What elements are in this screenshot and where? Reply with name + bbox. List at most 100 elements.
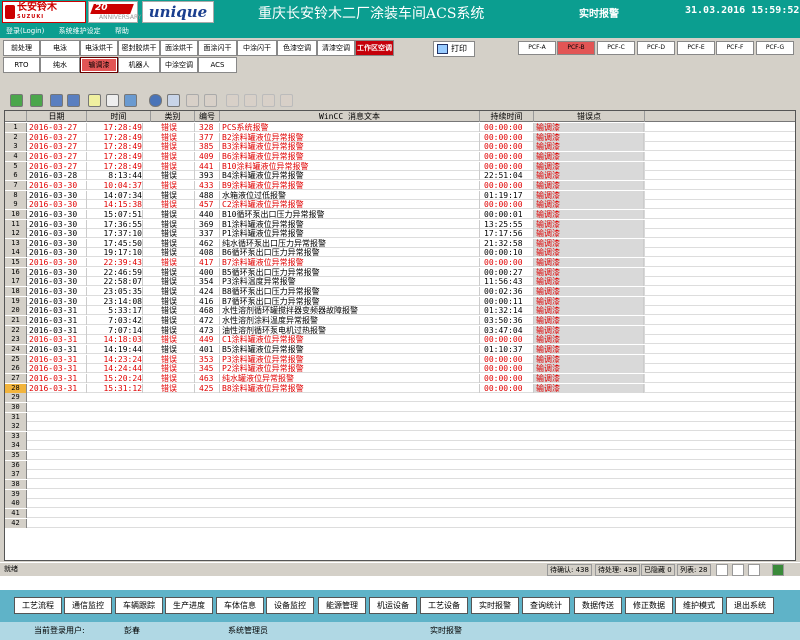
row-number[interactable]: 7: [5, 180, 27, 190]
lock-icon[interactable]: [186, 94, 199, 107]
row-number[interactable]: 40: [5, 499, 27, 509]
empty-row[interactable]: 38: [5, 480, 795, 490]
row-number[interactable]: 37: [5, 470, 27, 480]
export-icon[interactable]: [124, 94, 137, 107]
empty-row[interactable]: 30: [5, 402, 795, 412]
table-row[interactable]: 15 2016-03-30 22:39:43 错误 417 B7涂料罐液位异常报警 00:0…: [5, 258, 795, 268]
tab-pcf-b[interactable]: PCF-B: [557, 41, 595, 55]
empty-row[interactable]: 40: [5, 499, 795, 509]
empty-row[interactable]: 39: [5, 489, 795, 499]
table-row[interactable]: 16 2016-03-30 22:46:59 错误 400 B5循环泵出口压力异常报警 00…: [5, 267, 795, 277]
tab-sealer-oven[interactable]: 密封胶烘干: [118, 40, 160, 56]
nav-data-transfer[interactable]: 数据传送: [574, 597, 622, 614]
nav-process-flow[interactable]: 工艺流程: [14, 597, 62, 614]
row-number[interactable]: 29: [5, 393, 27, 403]
row-number[interactable]: 23: [5, 335, 27, 345]
empty-row[interactable]: 37: [5, 470, 795, 480]
tab-pretreatment[interactable]: 前处理: [3, 40, 40, 56]
menu-system-settings[interactable]: 系统维护设定: [59, 27, 101, 35]
row-number[interactable]: 27: [5, 373, 27, 383]
table-row[interactable]: 7 2016-03-30 10:04:37 错误 433 B9涂料罐液位异常报警 00:00…: [5, 180, 795, 190]
last-page-icon[interactable]: [280, 94, 293, 107]
tab-pcf-g[interactable]: PCF-G: [756, 41, 794, 55]
header-error-point[interactable]: 错误点: [534, 111, 645, 122]
first-page-icon[interactable]: [226, 94, 239, 107]
tab-robot[interactable]: 机器人: [118, 57, 160, 73]
table-row[interactable]: 17 2016-03-30 22:58:07 错误 354 P3涂料温度异常报警 11:56…: [5, 277, 795, 287]
nav-energy-management[interactable]: 能源管理: [318, 597, 366, 614]
table-row[interactable]: 8 2016-03-30 14:07:34 错误 488 水箱液位过低报警 01:19:17…: [5, 190, 795, 200]
empty-row[interactable]: 33: [5, 431, 795, 441]
nav-equipment-monitor[interactable]: 设备监控: [266, 597, 314, 614]
table-row[interactable]: 27 2016-03-31 15:20:24 错误 463 纯水罐液位异常报警 00:00:…: [5, 373, 795, 383]
sort-icon[interactable]: [167, 94, 180, 107]
tab-topcoat-flash[interactable]: 面涂闪干: [198, 40, 237, 56]
row-number[interactable]: 15: [5, 258, 27, 268]
row-number[interactable]: 16: [5, 267, 27, 277]
nav-conveyor-equipment[interactable]: 机运设备: [369, 597, 417, 614]
empty-row[interactable]: 34: [5, 441, 795, 451]
nav-maintenance-mode[interactable]: 维护模式: [675, 597, 723, 614]
header-message[interactable]: WinCC 消息文本: [220, 111, 480, 122]
table-row[interactable]: 6 2016-03-28 8:13:44 错误 393 B4涂料罐液位异常报警 22:51:…: [5, 171, 795, 181]
nav-body-info[interactable]: 车体信息: [216, 597, 264, 614]
tab-basecoat-ac[interactable]: 色漆空调: [277, 40, 317, 56]
prev-page-icon[interactable]: [244, 94, 257, 107]
history-list-icon[interactable]: [50, 94, 63, 107]
tab-pcf-a[interactable]: PCF-A: [518, 41, 556, 55]
row-number[interactable]: 24: [5, 344, 27, 354]
table-row[interactable]: 2 2016-03-27 17:28:49 错误 377 B2涂料罐液位异常报警 00:00…: [5, 132, 795, 142]
row-number[interactable]: 41: [5, 509, 27, 518]
header-category[interactable]: 类别: [151, 111, 195, 122]
row-number[interactable]: 36: [5, 460, 27, 470]
tab-pcf-d[interactable]: PCF-D: [637, 41, 675, 55]
tab-pcf-f[interactable]: PCF-F: [716, 41, 754, 55]
table-row[interactable]: 1 2016-03-27 17:28:49 错误 328 PCS系统报警 00:00:00 输…: [5, 123, 795, 132]
row-number[interactable]: 26: [5, 364, 27, 374]
tab-primer-flash[interactable]: 中涂闪干: [237, 40, 277, 56]
tab-pcf-c[interactable]: PCF-C: [597, 41, 635, 55]
table-row[interactable]: 3 2016-03-27 17:28:49 错误 385 B3涂料罐液位异常报警 00:00…: [5, 142, 795, 152]
ack-icon[interactable]: [10, 94, 23, 107]
row-number[interactable]: 11: [5, 219, 27, 229]
row-number[interactable]: 33: [5, 431, 27, 441]
table-row[interactable]: 26 2016-03-31 14:24:44 错误 345 P2涂料罐液位异常报警 00:0…: [5, 364, 795, 374]
tab-acs[interactable]: ACS: [198, 57, 237, 73]
empty-row[interactable]: 32: [5, 422, 795, 432]
row-number[interactable]: 28: [5, 383, 27, 393]
tab-rto[interactable]: RTO: [3, 57, 40, 73]
table-row[interactable]: 22 2016-03-31 7:07:14 错误 473 油性溶剂循环泵电机过热报警 03:…: [5, 325, 795, 335]
nav-query-statistics[interactable]: 查询统计: [522, 597, 570, 614]
row-number[interactable]: 30: [5, 402, 27, 412]
row-number[interactable]: 42: [5, 518, 27, 528]
header-duration[interactable]: 持续时间: [480, 111, 534, 122]
table-row[interactable]: 10 2016-03-30 15:07:51 错误 440 B10循环泵出口压力异常报警 0…: [5, 209, 795, 219]
header-time[interactable]: 时间: [87, 111, 151, 122]
report-icon[interactable]: [88, 94, 101, 107]
row-number[interactable]: 3: [5, 142, 27, 152]
tab-clearcoat-ac[interactable]: 清漆空调: [317, 40, 355, 56]
empty-row[interactable]: 31: [5, 412, 795, 422]
empty-row[interactable]: 35: [5, 451, 795, 461]
menu-help[interactable]: 帮助: [115, 27, 129, 35]
table-row[interactable]: 28 2016-03-31 15:31:12 错误 425 B8涂料罐液位异常报警 00:0…: [5, 383, 795, 393]
row-number[interactable]: 2: [5, 132, 27, 142]
tab-topcoat-oven[interactable]: 面涂烘干: [160, 40, 198, 56]
row-number[interactable]: 9: [5, 200, 27, 210]
next-page-icon[interactable]: [262, 94, 275, 107]
tab-electrocoat[interactable]: 电泳: [40, 40, 80, 56]
table-row[interactable]: 4 2016-03-27 17:28:49 错误 409 B6涂料罐液位异常报警 00:00…: [5, 151, 795, 161]
menu-login[interactable]: 登录(Login): [6, 27, 44, 35]
tab-paint-mix[interactable]: 输调漆: [80, 57, 118, 73]
table-row[interactable]: 20 2016-03-31 5:33:17 错误 468 水性溶剂循环罐搅拌器变频器故障报…: [5, 306, 795, 316]
row-number[interactable]: 14: [5, 248, 27, 258]
table-row[interactable]: 21 2016-03-31 7:03:42 错误 472 水性溶剂涂料温度异常报警 03:5…: [5, 316, 795, 325]
header-number[interactable]: 编号: [195, 111, 220, 122]
row-number[interactable]: 8: [5, 190, 27, 200]
row-number[interactable]: 18: [5, 287, 27, 297]
row-number[interactable]: 38: [5, 480, 27, 490]
row-number[interactable]: 22: [5, 325, 27, 335]
header-date[interactable]: 日期: [27, 111, 87, 122]
row-number[interactable]: 4: [5, 151, 27, 161]
row-number[interactable]: 35: [5, 451, 27, 461]
